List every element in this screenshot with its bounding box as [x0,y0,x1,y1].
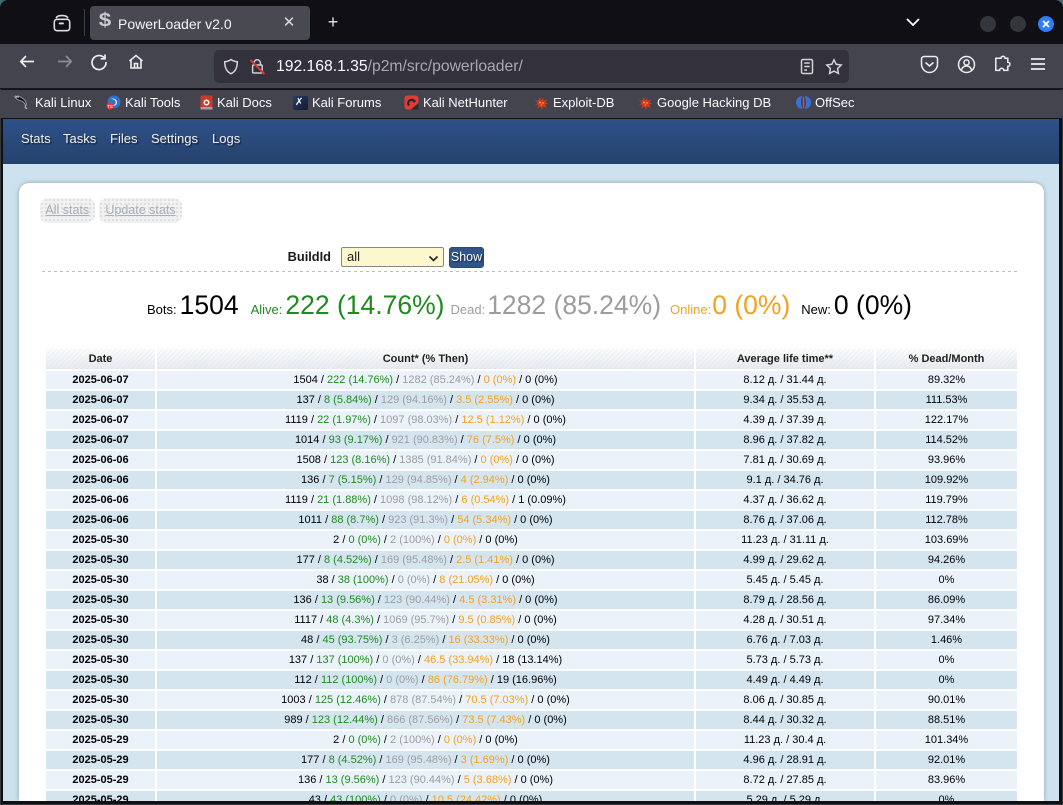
svg-text:TS: TS [107,104,113,109]
